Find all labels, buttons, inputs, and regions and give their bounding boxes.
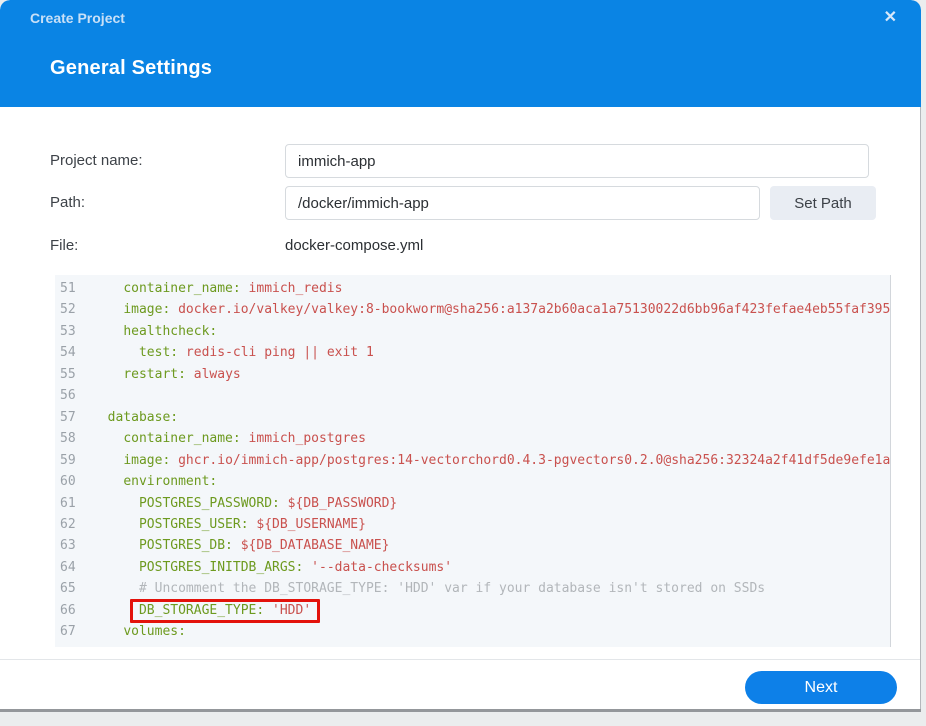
code-line: 57 database: <box>55 407 890 428</box>
line-number: 60 <box>60 474 76 490</box>
line-number: 55 <box>60 366 76 382</box>
project-name-label: Project name: <box>50 152 143 169</box>
code-line: 53 healthcheck: <box>55 321 890 342</box>
section-title: General Settings <box>50 57 213 79</box>
path-label: Path: <box>50 194 86 211</box>
code-line: 64 POSTGRES_INITDB_ARGS: '--data-checksu… <box>55 557 890 578</box>
code-line: 62 POSTGRES_USER: ${DB_USERNAME} <box>55 514 890 535</box>
project-name-input[interactable] <box>285 144 869 178</box>
code-line: 65 # Uncomment the DB_STORAGE_TYPE: 'HDD… <box>55 578 890 599</box>
file-value: docker-compose.yml <box>285 237 424 254</box>
create-project-dialog: Create Project ✕ General Settings Projec… <box>0 0 921 712</box>
line-number: 62 <box>60 516 76 532</box>
file-label: File: <box>50 237 79 254</box>
line-number: 64 <box>60 559 76 575</box>
code-line: 60 environment: <box>55 471 890 492</box>
code-line: 56 <box>55 385 890 406</box>
code-line: 52 image: docker.io/valkey/valkey:8-book… <box>55 299 890 320</box>
dialog-header: Create Project ✕ General Settings <box>0 0 921 107</box>
line-number: 65 <box>60 581 76 597</box>
line-number: 51 <box>60 281 76 296</box>
line-number: 53 <box>60 323 76 339</box>
close-icon[interactable]: ✕ <box>884 7 897 29</box>
code-line: 55 restart: always <box>55 364 890 385</box>
line-number: 59 <box>60 452 76 468</box>
set-path-button[interactable]: Set Path <box>770 186 876 220</box>
code-line: 61 POSTGRES_PASSWORD: ${DB_PASSWORD} <box>55 493 890 514</box>
line-number: 66 <box>60 602 76 618</box>
line-number: 57 <box>60 409 76 425</box>
code-line: 63 POSTGRES_DB: ${DB_DATABASE_NAME} <box>55 535 890 556</box>
line-number: 58 <box>60 431 76 447</box>
code-line: 54 test: redis-cli ping || exit 1 <box>55 342 890 363</box>
code-line: 66 DB_STORAGE_TYPE: 'HDD' <box>55 598 890 623</box>
line-number: 54 <box>60 345 76 361</box>
code-lines: 51 container_name: immich_redis 52 image:… <box>55 278 890 643</box>
line-number: 52 <box>60 302 76 318</box>
dialog-right-edge <box>920 107 921 709</box>
footer-divider <box>0 659 921 660</box>
dialog-title: Create Project <box>30 10 125 26</box>
code-line: 59 image: ghcr.io/immich-app/postgres:14… <box>55 450 890 471</box>
code-line: 58 container_name: immich_postgres <box>55 428 890 449</box>
line-number: 63 <box>60 538 76 554</box>
line-number: 56 <box>60 388 76 404</box>
highlight-box: DB_STORAGE_TYPE: 'HDD' <box>129 598 321 623</box>
line-number: 61 <box>60 495 76 511</box>
code-line: 51 container_name: immich_redis <box>55 278 890 299</box>
path-input[interactable] <box>285 186 760 220</box>
compose-editor[interactable]: 51 container_name: immich_redis 52 image:… <box>55 275 891 647</box>
line-number: 67 <box>60 624 76 640</box>
next-button[interactable]: Next <box>745 671 897 704</box>
code-line: 67 volumes: <box>55 621 890 642</box>
